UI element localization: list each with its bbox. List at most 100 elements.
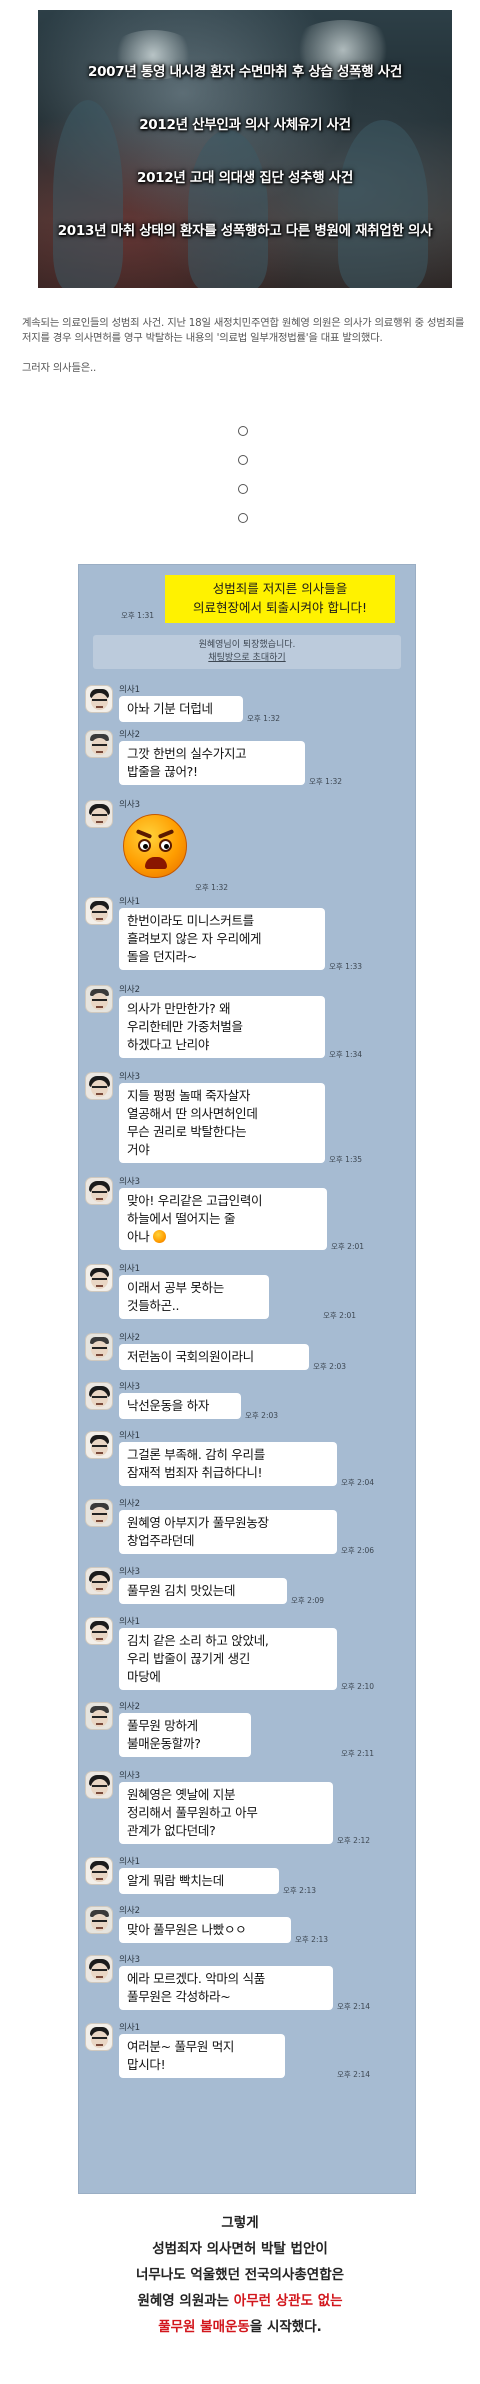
avatar[interactable] [85, 1955, 113, 1983]
banner-line-4: 2013년 마취 상태의 환자를 성폭행하고 다른 병원에 재취업한 의사 [57, 223, 433, 239]
message-time: 오후 2:03 [313, 1362, 347, 1371]
avatar[interactable] [85, 1857, 113, 1885]
sender-name: 의사2 [119, 1702, 141, 1712]
sender-name: 의사2 [119, 1906, 141, 1916]
conclusion-line: 성범죄자 의사면허 박탈 법안이 [152, 2241, 328, 2257]
message-bubble: 맞아! 우리같은 고급인력이 하늘에서 떨어지는 줄 아나 [119, 1188, 327, 1250]
separator-dot [238, 513, 248, 523]
surgeon-figure [338, 120, 428, 288]
message-time: 오후 1:33 [329, 962, 363, 971]
message-time: 오후 1:34 [329, 1050, 363, 1059]
separator-dot [238, 484, 248, 494]
message-time: 오후 1:32 [309, 777, 343, 786]
avatar[interactable] [85, 1382, 113, 1410]
sender-name: 의사2 [119, 985, 141, 995]
conclusion-line: 풀무원 불매운동을 시작했다. [0, 2314, 480, 2340]
message-bubble: 그깟 한번의 실수가지고 밥줄을 끊어?! [119, 741, 305, 785]
header-banner-image: 2007년 통영 내시경 환자 수면마취 후 상습 성폭행 사건 2012년 산… [38, 10, 452, 288]
sender-name: 의사1 [119, 897, 141, 907]
invite-link[interactable]: 채팅방으로 초대하기 [93, 652, 401, 665]
message-bubble: 한번이라도 미니스커트를 흘려보지 않은 자 우리에게 돌을 던지라~ [119, 908, 325, 970]
sender-name: 의사1 [119, 2023, 141, 2033]
avatar[interactable] [85, 685, 113, 713]
message-time: 오후 2:04 [341, 1478, 375, 1487]
sender-name: 의사1 [119, 1617, 141, 1627]
article-paragraph: 그러자 의사들은.. [22, 362, 97, 374]
surgeon-figure [188, 130, 268, 288]
message-bubble: 풀무원 김치 맛있는데 [119, 1578, 287, 1604]
message-bubble: 아놔 기분 더럽네 [119, 696, 243, 722]
message-bubble: 여러분~ 풀무원 먹지 맙시다! [119, 2034, 285, 2078]
separator-dot [238, 426, 248, 436]
avatar[interactable] [85, 1264, 113, 1292]
conclusion-text-part: 을 시작했다. [249, 2319, 322, 2335]
message-bubble: 맞아 풀무원은 나빴ㅇㅇ [119, 1917, 291, 1943]
avatar[interactable] [85, 1702, 113, 1730]
sender-name: 의사1 [119, 685, 141, 695]
message-bubble: 저런놈이 국회의원이라니 [119, 1344, 309, 1370]
sender-name: 의사1 [119, 1857, 141, 1867]
banner-line-1: 2007년 통영 내시경 환자 수면마취 후 상습 성폭행 사건 [88, 64, 402, 80]
avatar[interactable] [85, 1499, 113, 1527]
banner-line-2: 2012년 산부인과 의사 사체유기 사건 [139, 117, 351, 133]
message-text: 맞아! 우리같은 고급인력이 하늘에서 떨어지는 줄 아나 [127, 1193, 263, 1244]
message-time: 오후 2:01 [331, 1242, 365, 1251]
sender-name: 의사3 [119, 1072, 141, 1082]
message-bubble: 지들 펑펑 놀때 죽자살자 열공해서 딴 의사면허인데 무슨 권리로 박탈한다는… [119, 1083, 325, 1163]
message-time: 오후 1:32 [247, 714, 281, 723]
sender-name: 의사3 [119, 1567, 141, 1577]
sender-name: 의사3 [119, 800, 141, 810]
separator-dot [238, 455, 248, 465]
avatar[interactable] [85, 800, 113, 828]
avatar[interactable] [85, 1177, 113, 1205]
sender-name: 의사3 [119, 1771, 141, 1781]
emphasis-text: 풀무원 불매운동 [158, 2319, 250, 2335]
avatar[interactable] [85, 1333, 113, 1361]
sender-name: 의사3 [119, 1955, 141, 1965]
message-time: 오후 2:13 [283, 1886, 317, 1895]
avatar[interactable] [85, 985, 113, 1013]
message-time: 오후 2:09 [291, 1596, 325, 1605]
message-bubble: 그걸론 부족해. 감히 우리를 잠재적 범죄자 취급하다니! [119, 1442, 337, 1486]
message-bubble: 이래서 공부 못하는 것들하곤.. [119, 1275, 269, 1319]
avatar[interactable] [85, 1906, 113, 1934]
leave-notice: 원혜영님이 퇴장했습니다. [198, 640, 296, 650]
angry-emoticon-icon [153, 1230, 167, 1243]
avatar[interactable] [85, 897, 113, 925]
notice-message: 성범죄를 저지른 의사들을 의료현장에서 퇴출시켜야 합니다! [165, 575, 395, 623]
banner-line-3: 2012년 고대 의대생 집단 성추행 사건 [137, 170, 353, 186]
avatar[interactable] [85, 1617, 113, 1645]
message-bubble: 풀무원 망하게 불매운동할까? [119, 1713, 251, 1757]
conclusion-text: 그렇게 성범죄자 의사면허 박탈 법안이 너무나도 억울했던 전국의사총연합은 … [0, 2210, 480, 2340]
article-paragraph: 계속되는 의료인들의 성범죄 사건. 지난 18일 새정치민주연합 원혜영 의원… [22, 317, 465, 344]
message-bubble: 의사가 만만한가? 왜 우리한테만 가중처벌을 하겠다고 난리야 [119, 996, 325, 1058]
sender-name: 의사1 [119, 1264, 141, 1274]
message-time: 오후 1:32 [195, 883, 229, 892]
message-time: 오후 2:06 [341, 1546, 375, 1555]
message-bubble: 알게 뭐람 빡치는데 [119, 1868, 279, 1894]
message-time: 오후 2:14 [337, 2070, 371, 2079]
avatar[interactable] [85, 730, 113, 758]
sender-name: 의사2 [119, 730, 141, 740]
message-time: 오후 1:35 [329, 1155, 363, 1164]
system-message: 원혜영님이 퇴장했습니다. 채팅방으로 초대하기 [93, 635, 401, 669]
message-time: 오후 2:01 [323, 1311, 357, 1320]
sender-name: 의사3 [119, 1177, 141, 1187]
message-bubble: 낙선운동을 하자 [119, 1393, 241, 1419]
avatar[interactable] [85, 1771, 113, 1799]
message-bubble: 원혜영은 옛날에 지분 정리해서 풀무원하고 아무 관계가 없다던데? [119, 1782, 333, 1844]
message-time: 오후 2:12 [337, 1836, 371, 1845]
emphasis-text: 아무런 상관도 없는 [233, 2293, 343, 2309]
chat-window: 오후 1:31 성범죄를 저지른 의사들을 의료현장에서 퇴출시켜야 합니다! … [78, 564, 416, 2194]
message-bubble: 에라 모르겠다. 악마의 식품 풀무원은 각성하라~ [119, 1966, 333, 2010]
message-bubble: 김치 같은 소리 하고 앉았네, 우리 밥줄이 끊기게 생긴 마당에 [119, 1628, 337, 1690]
avatar[interactable] [85, 2023, 113, 2051]
sender-name: 의사1 [119, 1431, 141, 1441]
message-time: 오후 2:13 [295, 1935, 329, 1944]
avatar[interactable] [85, 1567, 113, 1595]
sender-name: 의사2 [119, 1333, 141, 1343]
conclusion-line: 그렇게 [221, 2215, 259, 2231]
notice-text: 성범죄를 저지른 의사들을 의료현장에서 퇴출시켜야 합니다! [193, 581, 367, 615]
avatar[interactable] [85, 1431, 113, 1459]
avatar[interactable] [85, 1072, 113, 1100]
